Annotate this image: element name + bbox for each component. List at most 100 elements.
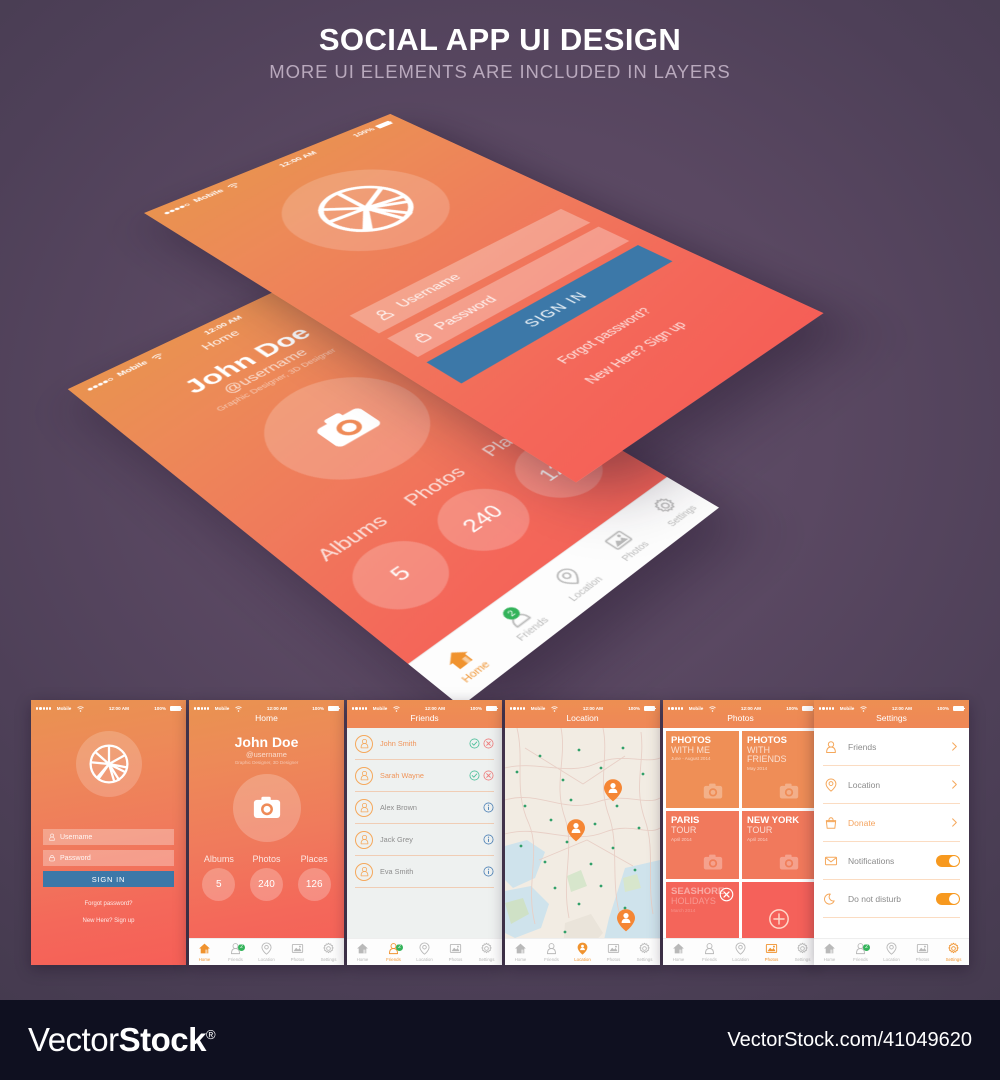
nav-item-settings[interactable]: Settings (938, 939, 969, 965)
home-icon (515, 943, 526, 954)
nav-item-friends[interactable]: 2 Friends (220, 939, 251, 965)
nav-item-friends[interactable]: Friends (694, 939, 725, 965)
signal-dots-icon (510, 707, 526, 710)
info-icon[interactable] (483, 802, 494, 813)
nav-item-location[interactable]: Location (409, 939, 440, 965)
home-icon (673, 943, 684, 954)
do-not-disturb-toggle[interactable] (936, 892, 960, 905)
sign-up-link[interactable]: New Here? Sign up (31, 918, 186, 924)
friends-badge: 2 (238, 944, 245, 951)
forgot-password-link[interactable]: Forgot password? (31, 901, 186, 907)
nav-item-photos[interactable]: Photos (598, 939, 629, 965)
nav-item-home[interactable]: Home (347, 939, 378, 965)
nav-item-friends[interactable]: Friends (536, 939, 567, 965)
photos-icon (604, 529, 633, 551)
phone-settings: Mobile 12:00 AM 100% Settings Friends Lo… (814, 700, 969, 965)
info-icon[interactable] (483, 866, 494, 877)
info-icon[interactable] (483, 834, 494, 845)
gear-icon (323, 943, 334, 954)
cross-icon[interactable] (483, 770, 494, 781)
album-tile[interactable]: PARIS TOUR April 2014 (666, 811, 739, 880)
person-pin-icon[interactable] (614, 908, 638, 932)
person-pin-icon[interactable] (601, 778, 625, 802)
nav-item-settings[interactable]: Settings (313, 939, 344, 965)
nav-item-home[interactable]: Home (409, 622, 520, 707)
battery-icon (328, 706, 340, 711)
nav-item-home[interactable]: Home (189, 939, 220, 965)
nav-item-photos[interactable]: Photos (440, 939, 471, 965)
list-item[interactable]: John Smith (355, 728, 494, 760)
settings-row-notifications[interactable]: Notifications (823, 842, 960, 880)
screen-title: Friends (410, 713, 439, 723)
phone-location: Mobile 12:00 AM 100% Location Home Frien… (505, 700, 660, 965)
friends-badge: 2 (863, 944, 870, 951)
list-item[interactable]: Eva Smith (355, 856, 494, 888)
settings-header: Mobile 12:00 AM 100% Settings (814, 700, 969, 728)
nav-item-photos[interactable]: Photos (756, 939, 787, 965)
username-field[interactable]: Username (43, 829, 174, 845)
nav-item-settings[interactable]: Settings (471, 939, 502, 965)
settings-row-location[interactable]: Location (823, 766, 960, 804)
list-item[interactable]: Alex Brown (355, 792, 494, 824)
cross-icon[interactable] (483, 738, 494, 749)
check-icon[interactable] (469, 738, 480, 749)
plus-icon (768, 908, 789, 929)
stat-places[interactable]: Places 126 (290, 854, 338, 901)
album-tile[interactable]: PHOTOS WITH ME June - August 2014 (666, 731, 739, 809)
close-icon[interactable] (719, 887, 734, 902)
location-pin-icon (261, 942, 272, 955)
person-pin-icon[interactable] (564, 818, 588, 842)
password-field[interactable]: Password (43, 850, 174, 866)
home-screen: Mobile 12:00 AM 100% Home John Doe @user… (189, 700, 344, 965)
nav-item-friends[interactable]: 2 Friends (468, 582, 575, 661)
user-icon (49, 833, 55, 841)
settings-row-donate[interactable]: Donate (823, 804, 960, 842)
settings-row-friends[interactable]: Friends (823, 728, 960, 766)
map-view[interactable] (505, 728, 660, 953)
home-icon (199, 943, 210, 954)
location-pin-icon (886, 942, 897, 955)
camera-icon (703, 783, 723, 799)
friend-name: Jack Grey (380, 835, 413, 844)
stat-albums[interactable]: Albums 5 (195, 854, 243, 901)
nav-item-photos[interactable]: Photos (574, 510, 674, 579)
avatar[interactable] (232, 774, 301, 842)
nav-item-location[interactable]: Location (876, 939, 907, 965)
nav-item-home[interactable]: Home (814, 939, 845, 965)
photos-icon (916, 944, 929, 954)
nav-item-location[interactable]: Location (567, 939, 598, 965)
settings-row-do-not-disturb[interactable]: Do not disturb (823, 880, 960, 918)
nav-item-location[interactable]: Location (523, 545, 626, 619)
nav-item-photos[interactable]: Photos (282, 939, 313, 965)
nav-item-friends[interactable]: 2 Friends (845, 939, 876, 965)
sign-in-button[interactable]: SIGN IN (43, 871, 174, 887)
nav-item-location[interactable]: Location (251, 939, 282, 965)
nav-item-photos[interactable]: Photos (907, 939, 938, 965)
phone-home: Mobile 12:00 AM 100% Home John Doe @user… (189, 700, 344, 965)
list-item[interactable]: Jack Grey (355, 824, 494, 856)
nav-item-friends[interactable]: 2 Friends (378, 939, 409, 965)
nav-item-location[interactable]: Location (725, 939, 756, 965)
nav-item-home[interactable]: Home (505, 939, 536, 965)
check-icon[interactable] (469, 770, 480, 781)
nav-item-settings[interactable]: Settings (622, 477, 719, 542)
notifications-toggle[interactable] (936, 854, 960, 867)
status-bar: Mobile 12:00 AM 100% (814, 700, 969, 713)
envelope-icon (824, 856, 838, 865)
nav-item-settings[interactable]: Settings (629, 939, 660, 965)
user-icon (360, 770, 368, 781)
battery-icon (644, 706, 656, 711)
poster-stage: SOCIAL APP UI DESIGN MORE UI ELEMENTS AR… (0, 0, 1000, 1000)
photos-icon (765, 944, 778, 954)
friends-icon (500, 605, 531, 628)
login-form: Username Password SIGN IN (43, 829, 174, 887)
album-tile[interactable]: NEW YORK TOUR April 2014 (742, 811, 815, 880)
nav-item-home[interactable]: Home (663, 939, 694, 965)
phone-login: Mobile 12:00 AM 100% Username Password S… (31, 700, 186, 965)
camera-icon (703, 854, 723, 870)
list-item[interactable]: Sarah Wayne (355, 760, 494, 792)
stat-photos[interactable]: Photos 240 (243, 854, 291, 901)
avatar (355, 766, 373, 785)
status-carrier: Mobile (161, 181, 242, 216)
album-tile[interactable]: PHOTOS WITH FRIENDS May 2014 (742, 731, 815, 809)
